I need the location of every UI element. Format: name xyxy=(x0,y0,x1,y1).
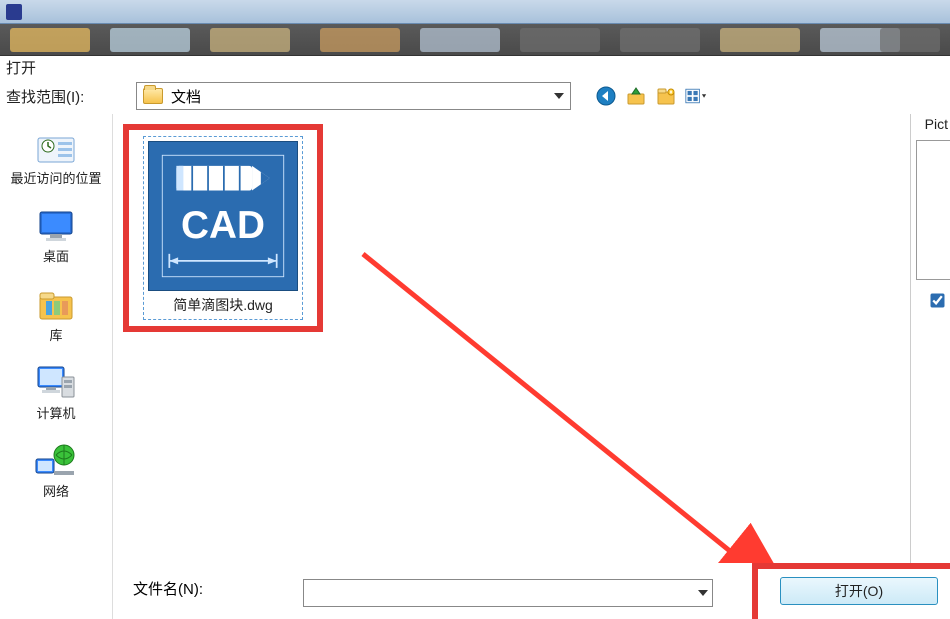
parent-app-toolbar xyxy=(0,24,950,56)
places-network[interactable]: 网络 xyxy=(0,441,112,499)
lookin-row: 查找范围(I): 文档 xyxy=(0,78,950,114)
places-libraries[interactable]: 库 xyxy=(0,285,112,343)
places-computer-label: 计算机 xyxy=(36,407,75,421)
places-desktop[interactable]: 桌面 xyxy=(0,206,112,264)
dialog-title: 打开 xyxy=(0,56,950,78)
lookin-selected-text: 文档 xyxy=(171,86,554,107)
thumb-text: CAD xyxy=(181,204,265,247)
nav-icons xyxy=(595,85,707,107)
new-folder-icon[interactable] xyxy=(655,85,677,107)
recent-icon xyxy=(32,128,80,168)
back-icon[interactable] xyxy=(595,85,617,107)
main-area: 最近访问的位置 桌面 xyxy=(0,114,950,619)
open-button-label: 打开(O) xyxy=(835,581,883,601)
lookin-dropdown[interactable]: 文档 xyxy=(136,82,571,110)
places-network-label: 网络 xyxy=(43,485,69,499)
places-computer[interactable]: 计算机 xyxy=(0,363,112,421)
places-bar: 最近访问的位置 桌面 xyxy=(0,114,112,619)
window-chrome-top xyxy=(0,0,950,24)
places-desktop-label: 桌面 xyxy=(43,250,69,264)
lookin-label: 查找范围(I): xyxy=(6,86,136,107)
preview-panel: Pict xyxy=(910,114,950,619)
chevron-down-icon xyxy=(698,590,708,596)
preview-checkbox-input[interactable] xyxy=(930,293,944,307)
network-icon xyxy=(32,441,80,481)
chevron-down-icon xyxy=(554,93,564,99)
file-list-pane[interactable]: CAD 简单滴图块.dwg xyxy=(112,114,950,619)
filename-label: 文件名(N): xyxy=(133,578,203,599)
computer-icon xyxy=(32,363,80,403)
bottom-row: 文件名(N): 打开(O) xyxy=(113,563,950,619)
preview-checkbox[interactable] xyxy=(931,294,944,310)
file-thumbnail: CAD xyxy=(148,141,298,291)
places-recent[interactable]: 最近访问的位置 xyxy=(0,128,112,186)
highlighted-open-button-frame: 打开(O) xyxy=(752,563,950,619)
folder-icon xyxy=(143,88,163,104)
desktop-icon xyxy=(32,206,80,246)
libraries-icon xyxy=(32,285,80,325)
app-icon xyxy=(6,4,22,20)
preview-label: Pict xyxy=(925,116,950,132)
open-button[interactable]: 打开(O) xyxy=(780,577,938,605)
preview-box xyxy=(916,140,950,280)
views-icon[interactable] xyxy=(685,85,707,107)
filename-combobox[interactable] xyxy=(303,579,713,607)
up-one-level-icon[interactable] xyxy=(625,85,647,107)
highlighted-file-item[interactable]: CAD 简单滴图块.dwg xyxy=(123,124,323,332)
places-recent-label: 最近访问的位置 xyxy=(10,172,101,186)
dialog-title-text: 打开 xyxy=(6,57,36,78)
file-item-label: 简单滴图块.dwg xyxy=(173,295,273,315)
places-libraries-label: 库 xyxy=(49,329,62,343)
annotation-arrow xyxy=(253,204,813,619)
